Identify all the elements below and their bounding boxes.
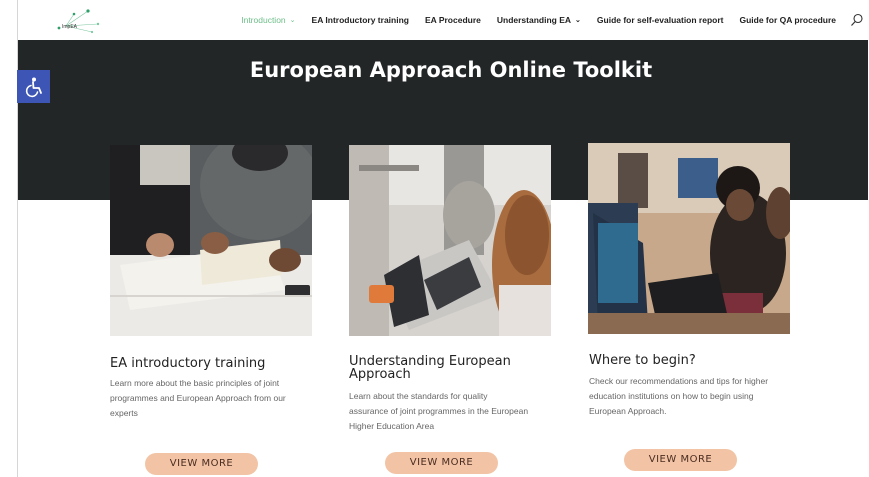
card-description: Learn more about the basic principles of… bbox=[110, 378, 286, 418]
nav-label-ea-introductory-training: EA Introductory training bbox=[311, 15, 409, 25]
logo-text: ImpEA bbox=[62, 24, 78, 30]
nav-label-introduction: Introduction bbox=[241, 15, 286, 25]
main-nav: Introduction ⌄ EA Introductory training … bbox=[225, 0, 868, 40]
card-description: Learn about the standards for quality as… bbox=[349, 391, 529, 431]
nav-item-understanding-ea[interactable]: Understanding EA ⌄ bbox=[497, 15, 581, 25]
top-navbar: ImpEA Introduction ⌄ EA Introductory tra… bbox=[18, 0, 868, 40]
card-body-1: EA introductory training Learn more abou… bbox=[110, 357, 312, 421]
nav-label-understanding-ea: Understanding EA bbox=[496, 15, 572, 25]
nav-item-guide-qa-procedure[interactable]: Guide for QA procedure bbox=[739, 15, 836, 25]
view-more-button[interactable]: VIEW MORE bbox=[624, 449, 737, 471]
card-title: EA introductory training bbox=[110, 356, 266, 371]
search-icon[interactable] bbox=[850, 13, 864, 27]
card-title: Where to begin? bbox=[589, 353, 696, 368]
card-where-to-begin bbox=[588, 143, 790, 334]
nav-label-guide-self-evaluation: Guide for self-evaluation report bbox=[596, 15, 724, 25]
site-logo[interactable]: ImpEA bbox=[36, 6, 106, 36]
card-image-laptop-user bbox=[349, 145, 551, 336]
card-body-2: Understanding European Approach Learn ab… bbox=[349, 355, 551, 434]
card-description: Check our recommendations and tips for h… bbox=[589, 376, 769, 416]
accessibility-button[interactable] bbox=[17, 70, 50, 103]
nav-label-guide-qa-procedure: Guide for QA procedure bbox=[739, 15, 836, 25]
logo-network-icon bbox=[57, 9, 100, 34]
hero-title: European Approach Online Toolkit bbox=[249, 58, 653, 82]
view-more-button[interactable]: VIEW MORE bbox=[385, 452, 498, 474]
card-body-3: Where to begin? Check our recommendation… bbox=[589, 354, 791, 419]
nav-item-introduction[interactable]: Introduction ⌄ bbox=[241, 15, 295, 25]
nav-item-ea-introductory-training[interactable]: EA Introductory training bbox=[312, 15, 409, 25]
card-title: Understanding European Approach bbox=[349, 354, 511, 382]
page: ImpEA Introduction ⌄ EA Introductory tra… bbox=[17, 0, 868, 477]
chevron-down-icon: ⌄ bbox=[289, 17, 296, 24]
wheelchair-icon bbox=[25, 77, 42, 97]
nav-item-guide-self-evaluation[interactable]: Guide for self-evaluation report bbox=[597, 15, 724, 25]
chevron-down-icon: ⌄ bbox=[575, 17, 581, 24]
card-image-students-computers bbox=[588, 143, 790, 334]
card-image-reading-documents bbox=[110, 145, 312, 336]
nav-label-ea-procedure: EA Procedure bbox=[424, 15, 481, 25]
view-more-button[interactable]: VIEW MORE bbox=[145, 453, 258, 475]
card-ea-introductory-training bbox=[110, 145, 312, 336]
card-understanding-european-approach bbox=[349, 145, 551, 336]
nav-item-ea-procedure[interactable]: EA Procedure bbox=[425, 15, 481, 25]
